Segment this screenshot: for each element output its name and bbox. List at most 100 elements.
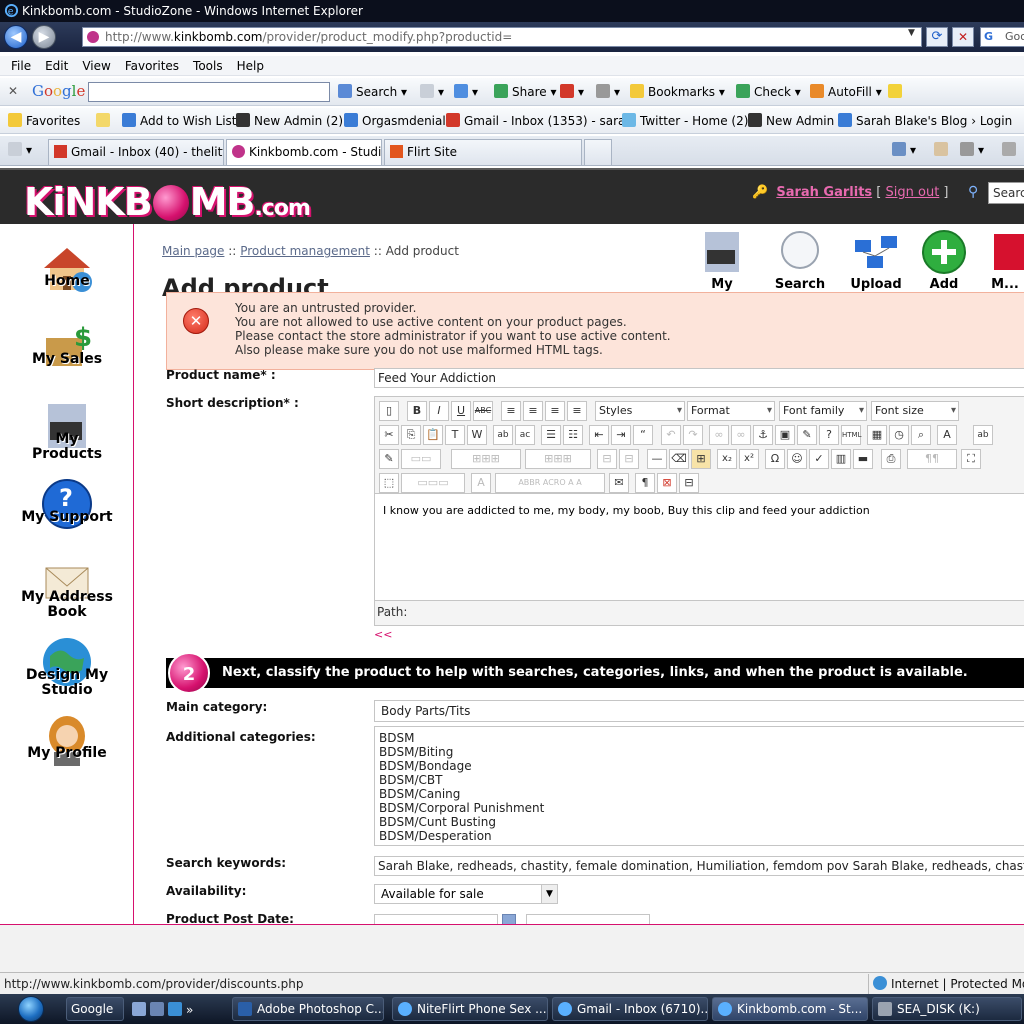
- spellcheck-icon[interactable]: ✓: [809, 449, 829, 469]
- date-icon[interactable]: ▦: [867, 425, 887, 445]
- post-time-input[interactable]: [526, 914, 650, 924]
- new-document-icon[interactable]: ▯: [379, 401, 399, 421]
- list-item[interactable]: BDSM: [379, 731, 1024, 745]
- sidebar-item-address-book[interactable]: My Address Book: [20, 558, 114, 620]
- user-name-link[interactable]: Sarah Garlits: [776, 185, 872, 200]
- list-item[interactable]: BDSM/Bondage: [379, 759, 1024, 773]
- favorite-item[interactable]: Gmail - Inbox (1353) - sara...: [446, 113, 637, 129]
- bookmarks-button[interactable]: Bookmarks ▾: [630, 84, 725, 100]
- google-search-button[interactable]: Search ▾: [338, 84, 407, 100]
- underline-icon[interactable]: U: [451, 401, 471, 421]
- collapse-toolbar-link[interactable]: <<: [374, 628, 392, 641]
- toolbar-close-icon[interactable]: ✕: [8, 84, 18, 98]
- stop-icon[interactable]: ✕: [952, 27, 974, 47]
- forward-button[interactable]: ▶: [32, 25, 56, 49]
- emoticon-icon[interactable]: ☺: [787, 449, 807, 469]
- taskbar-gmail[interactable]: Gmail - Inbox (6710)...: [552, 997, 708, 1021]
- menu-help[interactable]: Help: [230, 56, 271, 75]
- visual-aid-icon[interactable]: ⊞: [691, 449, 711, 469]
- paste-icon[interactable]: 📋: [423, 425, 443, 445]
- sidebar-item-home[interactable]: Home: [20, 242, 114, 292]
- post-date-input[interactable]: [374, 914, 498, 924]
- taskbar-kinkbomb[interactable]: Kinkbomb.com - St...: [712, 997, 868, 1021]
- availability-select[interactable]: Available for sale ▼: [374, 884, 558, 904]
- print-icon[interactable]: ⎙: [881, 449, 901, 469]
- calendar-icon[interactable]: [502, 914, 516, 924]
- special-char-icon[interactable]: Ω: [765, 449, 785, 469]
- list-item[interactable]: BDSM/CBT: [379, 773, 1024, 787]
- search-keywords-input[interactable]: Sarah Blake, redheads, chastity, female …: [374, 856, 1024, 876]
- paste-word-icon[interactable]: W: [467, 425, 487, 445]
- preview-icon[interactable]: ⌕: [911, 425, 931, 445]
- cleanup-icon[interactable]: ✎: [797, 425, 817, 445]
- table-col-icon[interactable]: ⊞⊞⊞: [525, 449, 591, 469]
- edit-css-icon[interactable]: ✎: [379, 449, 399, 469]
- text-color-icon[interactable]: A: [937, 425, 957, 445]
- google-search-input[interactable]: [88, 82, 330, 102]
- style-props-icon[interactable]: A: [471, 473, 491, 493]
- toolbar-misc-icon[interactable]: ▾: [596, 84, 620, 100]
- address-input[interactable]: http://www.kinkbomb.com/provider/product…: [82, 27, 922, 47]
- nonbreaking-icon[interactable]: ⊠: [657, 473, 677, 493]
- quick-tabs-icon[interactable]: ▾: [8, 142, 32, 158]
- indent-icon[interactable]: ⇥: [611, 425, 631, 445]
- add-favorite-icon[interactable]: [96, 113, 114, 129]
- strikethrough-icon[interactable]: ABC: [473, 401, 493, 421]
- replace-icon[interactable]: ac: [515, 425, 535, 445]
- font-family-select[interactable]: Font family: [779, 401, 867, 421]
- align-center-icon[interactable]: ≡: [523, 401, 543, 421]
- taskbar-photoshop[interactable]: Adobe Photoshop C...: [232, 997, 384, 1021]
- favorites-button[interactable]: Favorites: [8, 113, 80, 129]
- unlink-icon[interactable]: ∞: [731, 425, 751, 445]
- sign-out-link[interactable]: Sign out: [886, 185, 940, 200]
- sidebar-item-design-studio[interactable]: Design My Studio: [20, 636, 114, 698]
- toolbar-page-icon[interactable]: ▾: [420, 84, 444, 100]
- refresh-icon[interactable]: ⟳: [926, 27, 948, 47]
- security-zone[interactable]: Internet | Protected Mode: [868, 974, 1024, 994]
- menu-tools[interactable]: Tools: [186, 56, 230, 75]
- layer-controls-icon[interactable]: ▭▭▭: [401, 473, 465, 493]
- back-button[interactable]: ◀: [4, 25, 28, 49]
- outdent-icon[interactable]: ⇤: [589, 425, 609, 445]
- pagebreak-icon[interactable]: ⊟: [679, 473, 699, 493]
- sidebar-item-profile[interactable]: My Profile: [20, 714, 114, 766]
- menu-favorites[interactable]: Favorites: [118, 56, 186, 75]
- editor-content-area[interactable]: I know you are addicted to me, my body, …: [375, 493, 1024, 601]
- toolbar-plus-icon[interactable]: ▾: [454, 84, 478, 100]
- taskbar-google[interactable]: Google: [66, 997, 124, 1021]
- favorite-item[interactable]: Sarah Blake's Blog › Login: [838, 113, 1012, 129]
- autofill-button[interactable]: AutoFill ▾: [810, 84, 882, 100]
- favorite-item[interactable]: Add to Wish List: [122, 113, 237, 129]
- bold-icon[interactable]: B: [407, 401, 427, 421]
- list-item[interactable]: BDSM/Desperation: [379, 829, 1024, 843]
- menu-edit[interactable]: Edit: [38, 56, 75, 75]
- tab-gmail[interactable]: Gmail - Inbox (40) - thelittl...: [48, 139, 224, 165]
- fullscreen-icon[interactable]: ⛶: [961, 449, 981, 469]
- bullet-list-icon[interactable]: ☰: [541, 425, 561, 445]
- favorite-item[interactable]: Orgasmdenial: [344, 113, 446, 129]
- redo-icon[interactable]: ↷: [683, 425, 703, 445]
- highlighter-icon[interactable]: [888, 84, 906, 100]
- start-button[interactable]: [6, 994, 58, 1024]
- cut-icon[interactable]: ✂: [379, 425, 399, 445]
- layer-icon[interactable]: ▭▭: [401, 449, 441, 469]
- highlight-color-icon[interactable]: ab: [973, 425, 993, 445]
- new-tab-button[interactable]: [584, 139, 612, 165]
- menu-view[interactable]: View: [75, 56, 117, 75]
- home-icon[interactable]: ▾: [892, 142, 916, 158]
- copy-icon[interactable]: ⎘: [401, 425, 421, 445]
- font-size-select[interactable]: Font size: [871, 401, 959, 421]
- share-button[interactable]: Share ▾: [494, 84, 556, 100]
- address-dropdown-icon[interactable]: ▼: [908, 28, 920, 44]
- main-category-select[interactable]: Body Parts/Tits: [374, 700, 1024, 722]
- list-item[interactable]: BDSM/Cunt Busting: [379, 815, 1024, 829]
- sidebar-item-support[interactable]: ? My Support: [20, 478, 114, 529]
- justify-icon[interactable]: ≡: [567, 401, 587, 421]
- breadcrumb-main-page[interactable]: Main page: [162, 244, 224, 258]
- eraser-icon[interactable]: ⌫: [669, 449, 689, 469]
- sidebar-item-sales[interactable]: $ My Sales: [20, 320, 114, 367]
- styles-select[interactable]: Styles: [595, 401, 685, 421]
- help-icon[interactable]: ?: [819, 425, 839, 445]
- numbered-list-icon[interactable]: ☷: [563, 425, 583, 445]
- horizontal-rule-icon[interactable]: —: [647, 449, 667, 469]
